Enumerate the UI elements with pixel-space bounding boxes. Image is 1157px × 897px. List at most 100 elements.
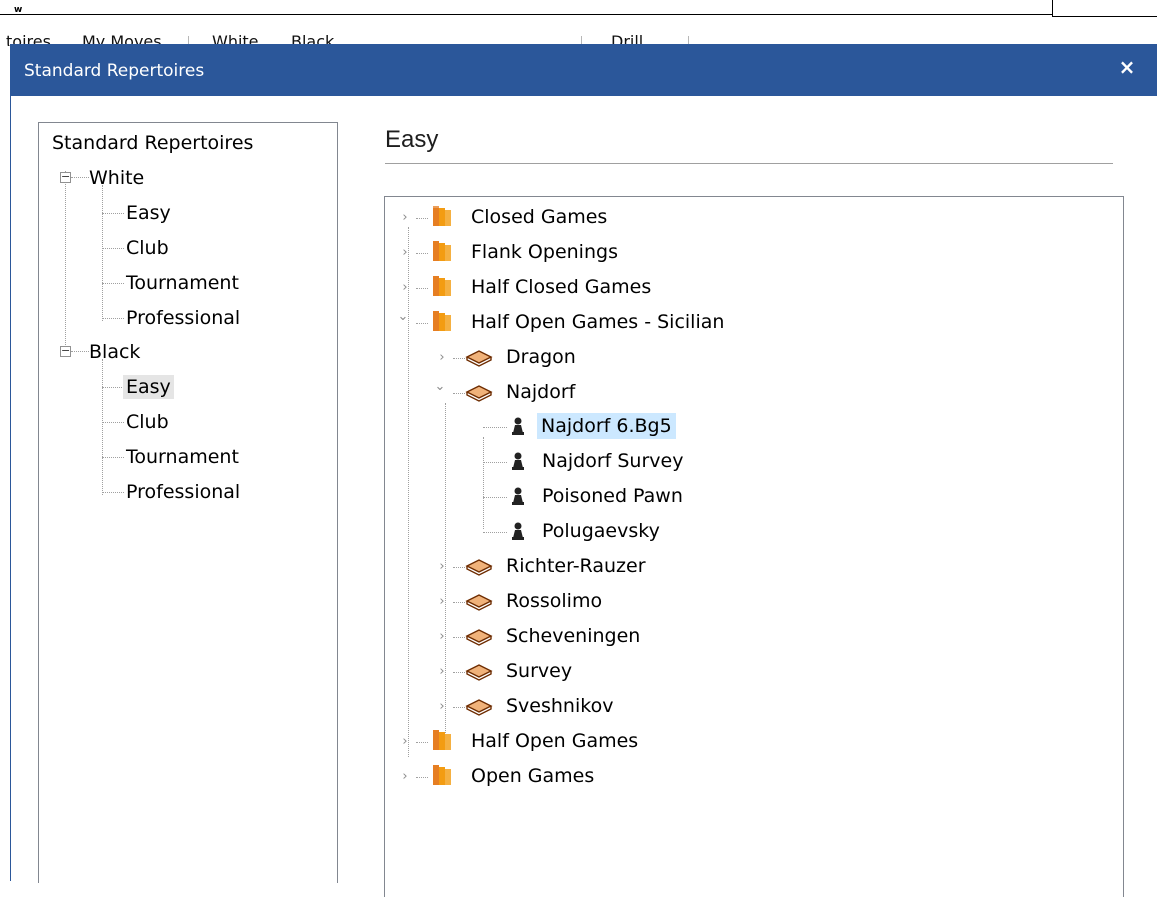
tree-node-scheveningen[interactable]: Scheveningen (506, 623, 640, 649)
tree-connector (102, 213, 124, 214)
tree-connector (453, 707, 465, 708)
chevron-right-icon[interactable]: › (399, 281, 411, 294)
tree-node-rossolimo[interactable]: Rossolimo (506, 588, 602, 614)
open-book-icon (465, 629, 493, 646)
tree-node-najdorf-6bg5[interactable]: Najdorf 6.Bg5 (537, 413, 676, 439)
book-stack-icon (433, 206, 451, 226)
dialog-titlebar[interactable]: Standard Repertoires × (10, 44, 1157, 96)
dialog-left-border (10, 96, 11, 881)
tree-connector (71, 351, 89, 352)
background-app-rule (0, 14, 1052, 15)
tree-connector (483, 532, 507, 533)
chevron-right-icon[interactable]: › (436, 560, 448, 573)
tree-node-najdorf[interactable]: Najdorf (506, 379, 575, 405)
tree-node-poisoned-pawn[interactable]: Poisoned Pawn (542, 483, 683, 509)
tree-node-black-easy[interactable]: Easy (123, 375, 174, 399)
tree-node-richter-rauzer[interactable]: Richter-Rauzer (506, 553, 646, 579)
tree-node-white-club[interactable]: Club (126, 236, 169, 260)
tree-connector (416, 777, 428, 778)
tree-connector (453, 602, 465, 603)
pawn-icon (512, 522, 524, 540)
tree-connector (71, 177, 89, 178)
background-app-mark: w (14, 5, 23, 15)
tree-connector (102, 387, 124, 388)
tree-node-dragon[interactable]: Dragon (506, 344, 576, 370)
chevron-right-icon[interactable]: › (399, 211, 411, 224)
tree-connector (453, 358, 465, 359)
open-book-icon (465, 350, 493, 367)
tree-node-black-tournament[interactable]: Tournament (126, 445, 239, 469)
tree-root-label[interactable]: Standard Repertoires (52, 131, 253, 155)
book-stack-icon (433, 241, 451, 261)
tree-connector (453, 672, 465, 673)
tree-connector (416, 742, 428, 743)
tree-node-open-games[interactable]: Open Games (471, 763, 594, 789)
chevron-down-icon[interactable]: ⌄ (434, 380, 446, 393)
chevron-right-icon[interactable]: › (399, 246, 411, 259)
tree-connector (102, 283, 124, 284)
background-app-strip (0, 0, 1157, 38)
tree-node-white-tournament[interactable]: Tournament (126, 271, 239, 295)
tree-connector (416, 218, 428, 219)
pawn-icon (512, 452, 524, 470)
tree-node-closed-games[interactable]: Closed Games (471, 204, 607, 230)
tree-connector (416, 323, 428, 324)
tree-connector (483, 497, 507, 498)
pawn-icon (512, 417, 524, 435)
tree-node-half-closed-games[interactable]: Half Closed Games (471, 274, 651, 300)
tree-connector (102, 359, 103, 495)
tree-node-black[interactable]: Black (89, 340, 140, 364)
chevron-right-icon[interactable]: › (436, 595, 448, 608)
tree-node-white-professional[interactable]: Professional (126, 306, 240, 330)
open-book-icon (465, 664, 493, 681)
tree-connector (483, 462, 507, 463)
tree-node-sveshnikov[interactable]: Sveshnikov (506, 693, 613, 719)
tree-node-najdorf-survey[interactable]: Najdorf Survey (542, 448, 683, 474)
tree-node-polugaevsky[interactable]: Polugaevsky (542, 518, 660, 544)
white-collapse-icon[interactable]: − (60, 171, 71, 183)
standard-repertoires-dialog: Standard Repertoires × Standard Repertoi… (10, 44, 1157, 897)
chevron-right-icon[interactable]: › (436, 630, 448, 643)
open-book-icon (465, 699, 493, 716)
tree-node-white[interactable]: White (89, 166, 144, 190)
pawn-icon (512, 487, 524, 505)
chevron-right-icon[interactable]: › (399, 770, 411, 783)
tree-connector (453, 637, 465, 638)
heading-divider (385, 163, 1113, 164)
tree-node-white-easy[interactable]: Easy (126, 201, 171, 225)
open-book-icon (465, 559, 493, 576)
tree-node-black-club[interactable]: Club (126, 410, 169, 434)
book-stack-icon (433, 765, 451, 785)
book-stack-icon (433, 730, 451, 750)
dialog-title: Standard Repertoires (24, 61, 205, 81)
tree-node-survey[interactable]: Survey (506, 658, 572, 684)
tree-connector (453, 567, 465, 568)
repertoire-heading: Easy (385, 126, 439, 153)
chevron-right-icon[interactable]: › (399, 735, 411, 748)
tree-connector (102, 492, 124, 493)
tree-node-flank-openings[interactable]: Flank Openings (471, 239, 618, 265)
tree-connector (408, 227, 409, 757)
tree-node-black-professional[interactable]: Professional (126, 480, 240, 504)
open-book-icon (465, 594, 493, 611)
repertoire-tree-panel: Standard Repertoires − White Easy Club T… (38, 122, 338, 883)
book-stack-icon (433, 276, 451, 296)
tree-connector (453, 393, 465, 394)
tree-connector (416, 288, 428, 289)
chevron-down-icon[interactable]: ⌄ (397, 310, 409, 323)
book-stack-icon (433, 311, 451, 331)
chevron-right-icon[interactable]: › (436, 700, 448, 713)
tree-connector (483, 427, 507, 428)
tree-connector (102, 318, 124, 319)
chevron-right-icon[interactable]: › (436, 351, 448, 364)
tree-node-half-open-games[interactable]: Half Open Games (471, 728, 638, 754)
opening-tree-panel: › Closed Games › Flank Openings › Half C… (384, 196, 1124, 897)
tree-connector (102, 457, 124, 458)
tree-connector (65, 171, 66, 345)
black-collapse-icon[interactable]: − (60, 345, 71, 357)
close-button[interactable]: × (1110, 54, 1144, 82)
tree-node-half-open-sicilian[interactable]: Half Open Games - Sicilian (471, 309, 724, 335)
background-app-box (1052, 0, 1157, 17)
chevron-right-icon[interactable]: › (436, 665, 448, 678)
open-book-icon (465, 385, 493, 402)
